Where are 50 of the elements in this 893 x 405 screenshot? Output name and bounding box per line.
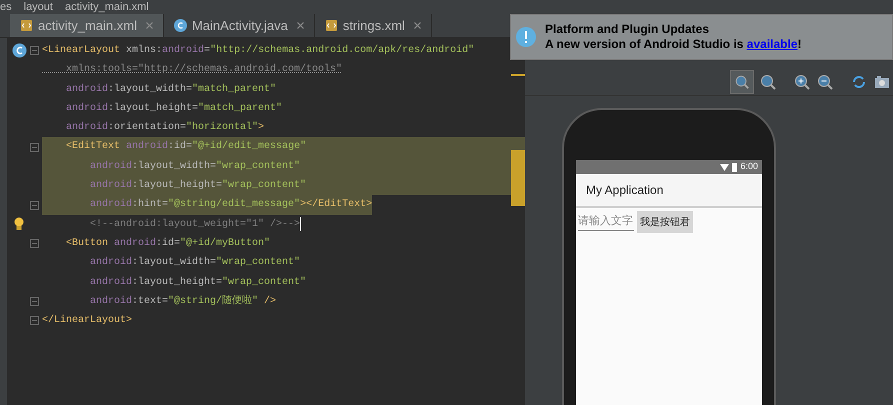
code-line: android:layout_width="match_parent"	[65, 82, 276, 97]
breadcrumb-item[interactable]: layout	[24, 0, 53, 14]
text-input[interactable]: 请输入文字	[578, 213, 634, 231]
zoom-fit-button[interactable]	[730, 70, 754, 94]
available-link[interactable]: available	[746, 37, 798, 51]
code-line: android:layout_height="wrap_content"	[89, 178, 306, 194]
zoom-out-icon[interactable]	[816, 72, 834, 90]
action-bar: My Application	[576, 174, 762, 208]
code-line: xmlns:tools="http://schemas.android.com/tools"	[65, 62, 342, 78]
code-line: </LinearLayout>	[42, 314, 132, 328]
breadcrumb-item[interactable]: es	[0, 0, 12, 14]
fold-marker-icon[interactable]	[30, 239, 39, 248]
xml-file-icon	[20, 19, 33, 32]
code-line: android:layout_width="wrap_content"	[89, 256, 300, 270]
warning-stripe	[511, 150, 525, 206]
code-line: <LinearLayout xmlns:android="http://schemas.android.com/apk/res/android"	[42, 44, 474, 58]
code-line: <EditText android:id="@+id/edit_message"	[65, 140, 306, 154]
battery-icon	[732, 162, 738, 172]
status-time: 6:00	[740, 160, 758, 174]
fold-marker-icon[interactable]	[30, 46, 39, 56]
zoom-fit-icon	[734, 74, 750, 90]
code-line: android:orientation="horizontal">	[65, 120, 264, 136]
actual-size-icon[interactable]	[759, 72, 777, 90]
class-icon	[174, 19, 187, 32]
breadcrumb-item[interactable]: activity_main.xml	[64, 0, 149, 14]
notification-text: A new version of Android Studio is available!	[545, 37, 802, 52]
fold-marker-icon[interactable]	[30, 297, 39, 306]
fold-marker-icon[interactable]	[30, 316, 39, 326]
app-button[interactable]: 我是按钮君	[637, 211, 693, 233]
fold-marker-icon[interactable]	[30, 142, 39, 152]
wifi-icon	[720, 164, 730, 170]
close-icon[interactable]	[414, 22, 421, 29]
code-line: android:layout_width="wrap_content"	[89, 160, 300, 174]
warning-marker	[511, 74, 525, 76]
code-line: <Button android:id="@+id/myButton"	[65, 236, 270, 251]
lightbulb-icon[interactable]	[13, 217, 25, 232]
editor-tab[interactable]: activity_main.xml	[10, 14, 164, 37]
info-icon	[515, 26, 537, 48]
xml-file-icon	[324, 19, 338, 32]
close-icon[interactable]	[296, 22, 304, 29]
code-line: android:layout_height="wrap_content"	[89, 276, 306, 290]
code-line: android:text="@string/随便啦" />	[89, 294, 276, 309]
code-line: android:layout_height="match_parent"	[65, 102, 282, 116]
code-editor[interactable]	[8, 38, 525, 405]
notification-title: Platform and Plugin Updates	[545, 22, 710, 37]
close-icon[interactable]	[146, 22, 153, 29]
code-line: <!--android:layout_weight="1" />-->	[89, 218, 300, 232]
zoom-in-icon[interactable]	[793, 72, 811, 90]
fold-marker-icon[interactable]	[30, 200, 39, 210]
class-icon	[12, 43, 26, 58]
